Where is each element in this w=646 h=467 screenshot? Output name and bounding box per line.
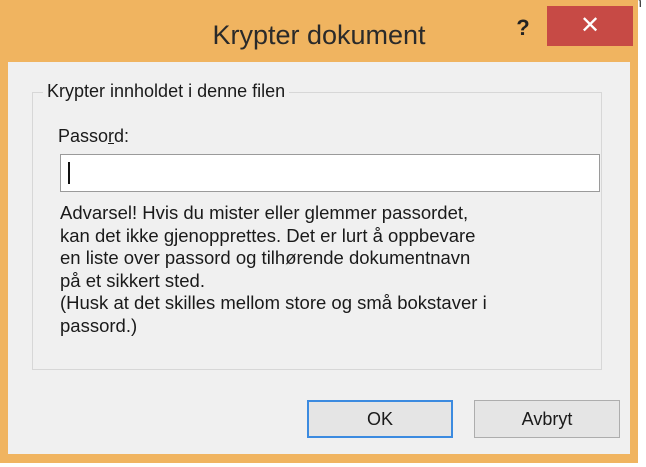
- help-button[interactable]: ?: [501, 12, 545, 44]
- close-icon: ✕: [579, 12, 601, 39]
- text-caret: [68, 162, 70, 184]
- groupbox-title: Krypter innholdet i denne filen: [43, 81, 290, 102]
- dialog-body: Krypter innholdet i denne filen Passord:…: [8, 62, 630, 454]
- warning-line: på et sikkert sted.: [60, 269, 205, 291]
- password-label: Passord:: [58, 126, 130, 146]
- warning-line: (Husk at det skilles mellom store og små…: [60, 292, 487, 313]
- ok-button[interactable]: OK: [307, 400, 453, 438]
- password-input[interactable]: [60, 154, 600, 192]
- close-button[interactable]: ✕: [547, 6, 633, 46]
- dialog-window: Krypter dokument ? ✕ Krypter innholdet i…: [0, 0, 638, 463]
- warning-text: Advarsel! Hvis du mister eller glemmer p…: [60, 202, 620, 337]
- warning-line: passord.): [60, 314, 138, 336]
- warning-line: Advarsel! Hvis du mister eller glemmer p…: [60, 202, 469, 223]
- warning-line: en liste over passord og tilhørende doku…: [60, 247, 471, 268]
- warning-line: kan det ikke gjenopprettes. Det er lurt …: [60, 224, 476, 246]
- cancel-button[interactable]: Avbryt: [474, 400, 620, 438]
